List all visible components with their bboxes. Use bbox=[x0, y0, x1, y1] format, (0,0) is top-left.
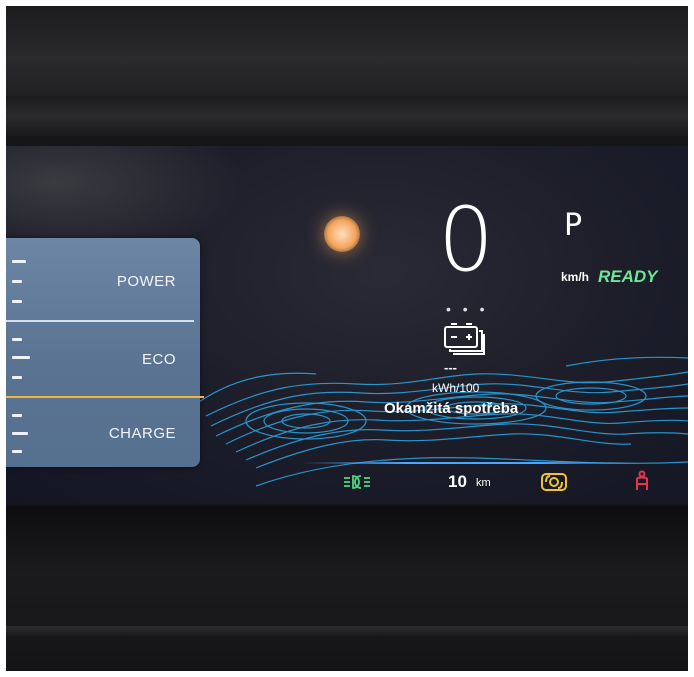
esp-icon bbox=[541, 473, 567, 491]
gauge-tick bbox=[12, 300, 22, 303]
speed-unit: km/h bbox=[561, 270, 590, 284]
seat-icon bbox=[636, 470, 648, 490]
page-dots: • • • bbox=[446, 301, 489, 317]
consumption-label: Okamžitá spotřeba bbox=[384, 400, 519, 417]
consumption-value: --- bbox=[444, 360, 457, 375]
consumption-unit: kWh/100 bbox=[432, 381, 480, 395]
gauge-tick bbox=[12, 260, 26, 263]
lower-trim bbox=[6, 626, 688, 636]
gauge-label-charge: CHARGE bbox=[108, 425, 176, 442]
gauge-tick bbox=[12, 414, 22, 417]
battery-icon bbox=[444, 323, 485, 355]
status-bar: 10 km bbox=[302, 458, 688, 504]
gauge-label-power: POWER bbox=[116, 273, 176, 290]
gauge-tick bbox=[12, 338, 22, 341]
gear-indicator: P bbox=[564, 208, 583, 243]
gauge-tick bbox=[12, 432, 28, 435]
sun-icon bbox=[324, 216, 360, 252]
gauge-tick bbox=[12, 376, 22, 379]
ready-status: READY bbox=[598, 267, 658, 286]
gauge-tick bbox=[12, 356, 30, 359]
headlight-icon bbox=[344, 475, 370, 489]
status-bar-line bbox=[302, 462, 642, 464]
gauge-label-eco: ECO bbox=[141, 351, 176, 368]
range-unit: km bbox=[476, 477, 491, 489]
dashboard-photo: 0 P km/h READY • • • --- kWh/100 Okamžit… bbox=[6, 6, 688, 671]
power-gauge: POWER ECO CHARGE bbox=[6, 238, 204, 467]
gauge-divider-line bbox=[6, 320, 194, 322]
gauge-tick bbox=[12, 280, 22, 283]
lower-dash bbox=[6, 506, 688, 671]
range-value: 10 bbox=[448, 472, 467, 491]
speed-readout: 0 bbox=[438, 188, 494, 291]
gauge-marker-line bbox=[6, 396, 204, 398]
gauge-tick bbox=[12, 450, 22, 453]
dash-trim bbox=[6, 96, 688, 136]
instrument-screen: 0 P km/h READY • • • --- kWh/100 Okamžit… bbox=[6, 146, 688, 504]
